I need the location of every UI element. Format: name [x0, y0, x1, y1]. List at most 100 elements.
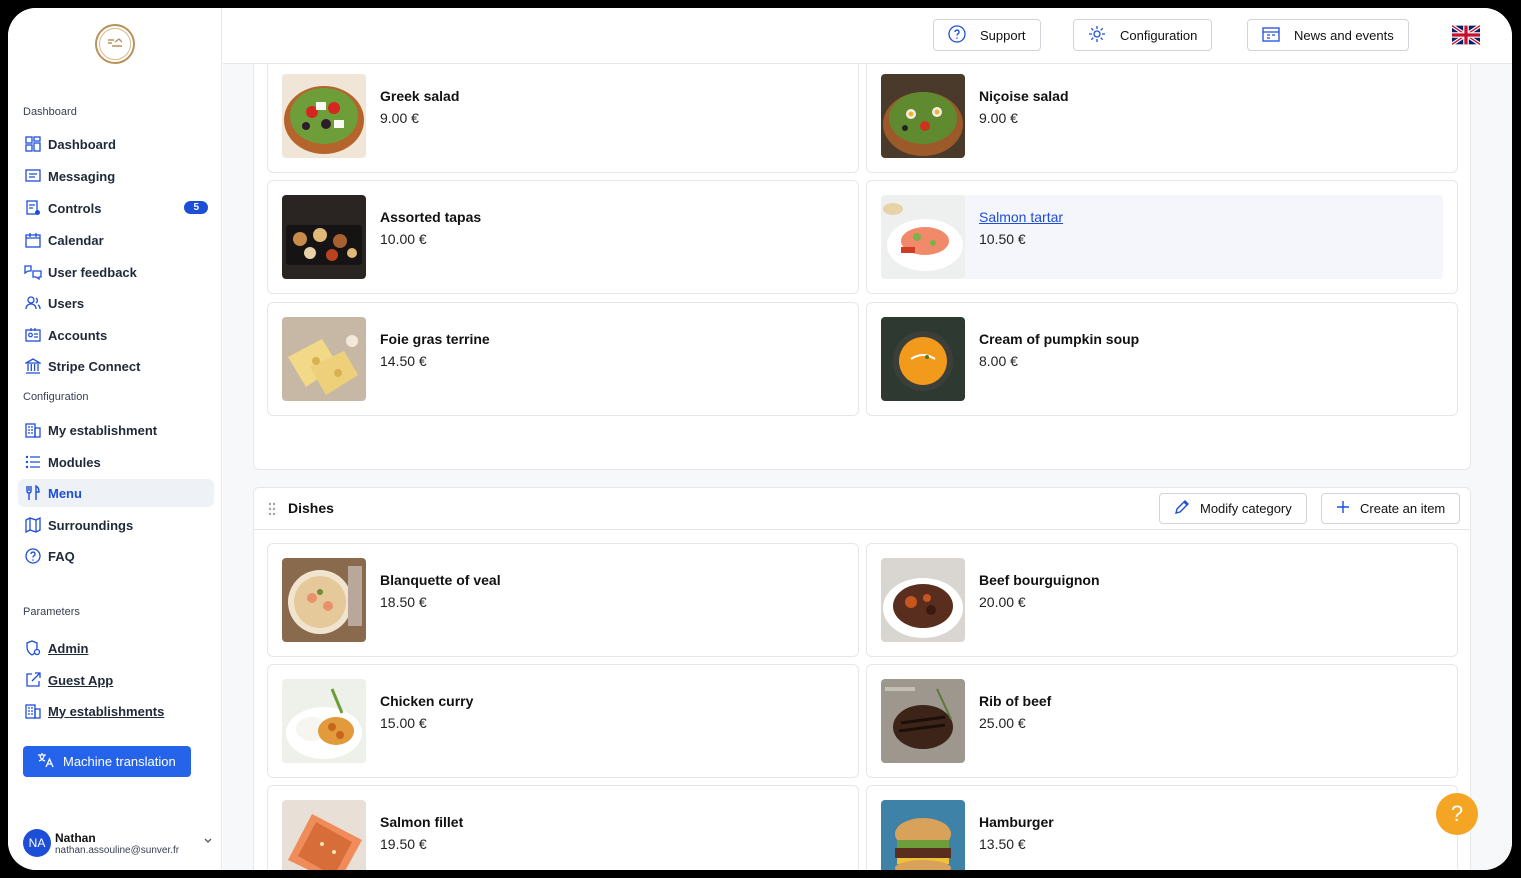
sidebar-item-label: My establishments [48, 703, 165, 719]
item-name: Beef bourguignon [979, 572, 1100, 588]
building-icon [24, 702, 42, 720]
item-price: 13.50 € [979, 836, 1026, 852]
item-price: 14.50 € [380, 353, 427, 369]
item-name: Rib of beef [979, 693, 1052, 709]
sidebar-item-controls[interactable]: Controls 5 [18, 194, 214, 222]
item-name: Salmon fillet [380, 814, 464, 830]
item-price: 20.00 € [979, 594, 1026, 610]
menu-item-card[interactable]: Chicken curry 15.00 € [267, 664, 859, 778]
sidebar-item-faq[interactable]: FAQ [18, 542, 214, 570]
modify-category-label: Modify category [1200, 501, 1292, 516]
support-label: Support [980, 27, 1026, 43]
menu-item-card[interactable]: Niçoise salad 9.00 € [866, 64, 1458, 173]
logo[interactable] [95, 24, 135, 64]
menu-item-card[interactable]: Blanquette of veal 18.50 € [267, 543, 859, 657]
food-image [881, 800, 965, 870]
section-title-dashboard: Dashboard [23, 106, 77, 118]
sidebar-item-dashboard[interactable]: Dashboard [18, 130, 214, 158]
sidebar-item-label: Dashboard [48, 136, 116, 152]
sidebar-item-modules[interactable]: Modules [18, 448, 214, 476]
user-profile[interactable]: NA Nathan nathan.assouline@sunver.fr [23, 826, 213, 860]
food-image [282, 317, 366, 401]
section-title-parameters: Parameters [23, 606, 80, 618]
main-content: Greek salad 9.00 € Niçoise salad 9.00 € … [223, 64, 1512, 870]
food-image [282, 74, 366, 158]
checklist-icon [24, 199, 42, 217]
message-icon [24, 167, 42, 185]
calendar-icon [1262, 26, 1280, 45]
help-button[interactable]: ? [1436, 793, 1478, 835]
support-button[interactable]: Support [933, 19, 1041, 51]
top-bar: Support Configuration News and events [223, 8, 1512, 64]
map-icon [24, 516, 42, 534]
sidebar-item-admin[interactable]: Admin [18, 634, 214, 662]
menu-item-card[interactable]: Beef bourguignon 20.00 € [866, 543, 1458, 657]
sidebar-item-messaging[interactable]: Messaging [18, 162, 214, 190]
gear-icon [1088, 25, 1106, 46]
modify-category-button[interactable]: Modify category [1159, 493, 1307, 524]
sidebar-item-label: Users [48, 295, 85, 311]
sidebar-item-label: User feedback [48, 264, 137, 280]
plus-icon [1336, 500, 1350, 517]
create-item-label: Create an item [1360, 501, 1446, 516]
sidebar-item-label: Menu [48, 485, 82, 501]
food-image [881, 558, 965, 642]
item-price: 15.00 € [380, 715, 427, 731]
sidebar-item-label: Controls [48, 200, 102, 216]
sidebar-item-surroundings[interactable]: Surroundings [18, 511, 214, 539]
sidebar-item-stripe-connect[interactable]: Stripe Connect [18, 352, 214, 380]
menu-item-card[interactable]: Rib of beef 25.00 € [866, 664, 1458, 778]
drag-handle-icon[interactable] [268, 502, 276, 516]
sidebar-item-label: My establishment [48, 422, 158, 438]
machine-translation-button[interactable]: Machine translation [23, 746, 191, 777]
sidebar-item-label: Admin [48, 640, 89, 656]
sidebar-item-user-feedback[interactable]: User feedback [18, 258, 214, 286]
machine-translation-label: Machine translation [63, 754, 176, 769]
category-dishes: Dishes Modify category Create an item Bl… [253, 487, 1471, 870]
item-name: Foie gras terrine [380, 331, 490, 347]
menu-item-card[interactable]: Greek salad 9.00 € [267, 64, 859, 173]
sidebar-item-guest-app[interactable]: Guest App [18, 666, 214, 694]
item-hover-highlight [881, 195, 1443, 279]
shield-gear-icon [24, 639, 42, 657]
item-name: Blanquette of veal [380, 572, 501, 588]
feedback-icon [24, 263, 42, 281]
sidebar-item-users[interactable]: Users [18, 289, 214, 317]
sidebar-item-label: Stripe Connect [48, 358, 141, 374]
sidebar-item-calendar[interactable]: Calendar [18, 226, 214, 254]
menu-item-card[interactable]: Salmon fillet 19.50 € [267, 785, 859, 870]
logo-icon [108, 38, 123, 47]
news-events-button[interactable]: News and events [1247, 19, 1409, 51]
sidebar-item-menu[interactable]: Menu [18, 479, 214, 507]
item-name: Chicken curry [380, 693, 474, 709]
chevron-down-icon[interactable] [203, 836, 213, 846]
item-price: 18.50 € [380, 594, 427, 610]
section-title-configuration: Configuration [23, 391, 89, 403]
sidebar-item-my-establishment[interactable]: My establishment [18, 416, 214, 444]
item-price: 10.50 € [979, 231, 1026, 247]
food-image [282, 800, 366, 870]
menu-item-card[interactable]: Foie gras terrine 14.50 € [267, 302, 859, 416]
item-price: 8.00 € [979, 353, 1018, 369]
uk-flag-icon[interactable] [1452, 25, 1480, 45]
controls-badge: 5 [184, 201, 208, 214]
item-name: Assorted tapas [380, 209, 482, 225]
menu-item-card[interactable]: Hamburger 13.50 € [866, 785, 1458, 870]
item-name[interactable]: Salmon tartar [979, 209, 1063, 225]
list-icon [24, 453, 42, 471]
food-image [282, 679, 366, 763]
menu-item-card[interactable]: Salmon tartar 10.50 € [866, 180, 1458, 294]
category-header: Dishes Modify category Create an item [254, 488, 1470, 530]
configuration-button[interactable]: Configuration [1073, 19, 1213, 51]
cutlery-icon [24, 484, 42, 502]
menu-item-card[interactable]: Cream of pumpkin soup 8.00 € [866, 302, 1458, 416]
bank-icon [24, 357, 42, 375]
question-circle-icon [948, 24, 966, 46]
user-email: nathan.assouline@sunver.fr [55, 844, 180, 856]
create-item-button[interactable]: Create an item [1321, 493, 1461, 524]
menu-item-card[interactable]: Assorted tapas 10.00 € [267, 180, 859, 294]
sidebar-item-accounts[interactable]: Accounts [18, 321, 214, 349]
sidebar-item-my-establishments[interactable]: My establishments [18, 697, 214, 725]
configuration-label: Configuration [1120, 27, 1198, 43]
category-starters: Greek salad 9.00 € Niçoise salad 9.00 € … [253, 64, 1471, 470]
